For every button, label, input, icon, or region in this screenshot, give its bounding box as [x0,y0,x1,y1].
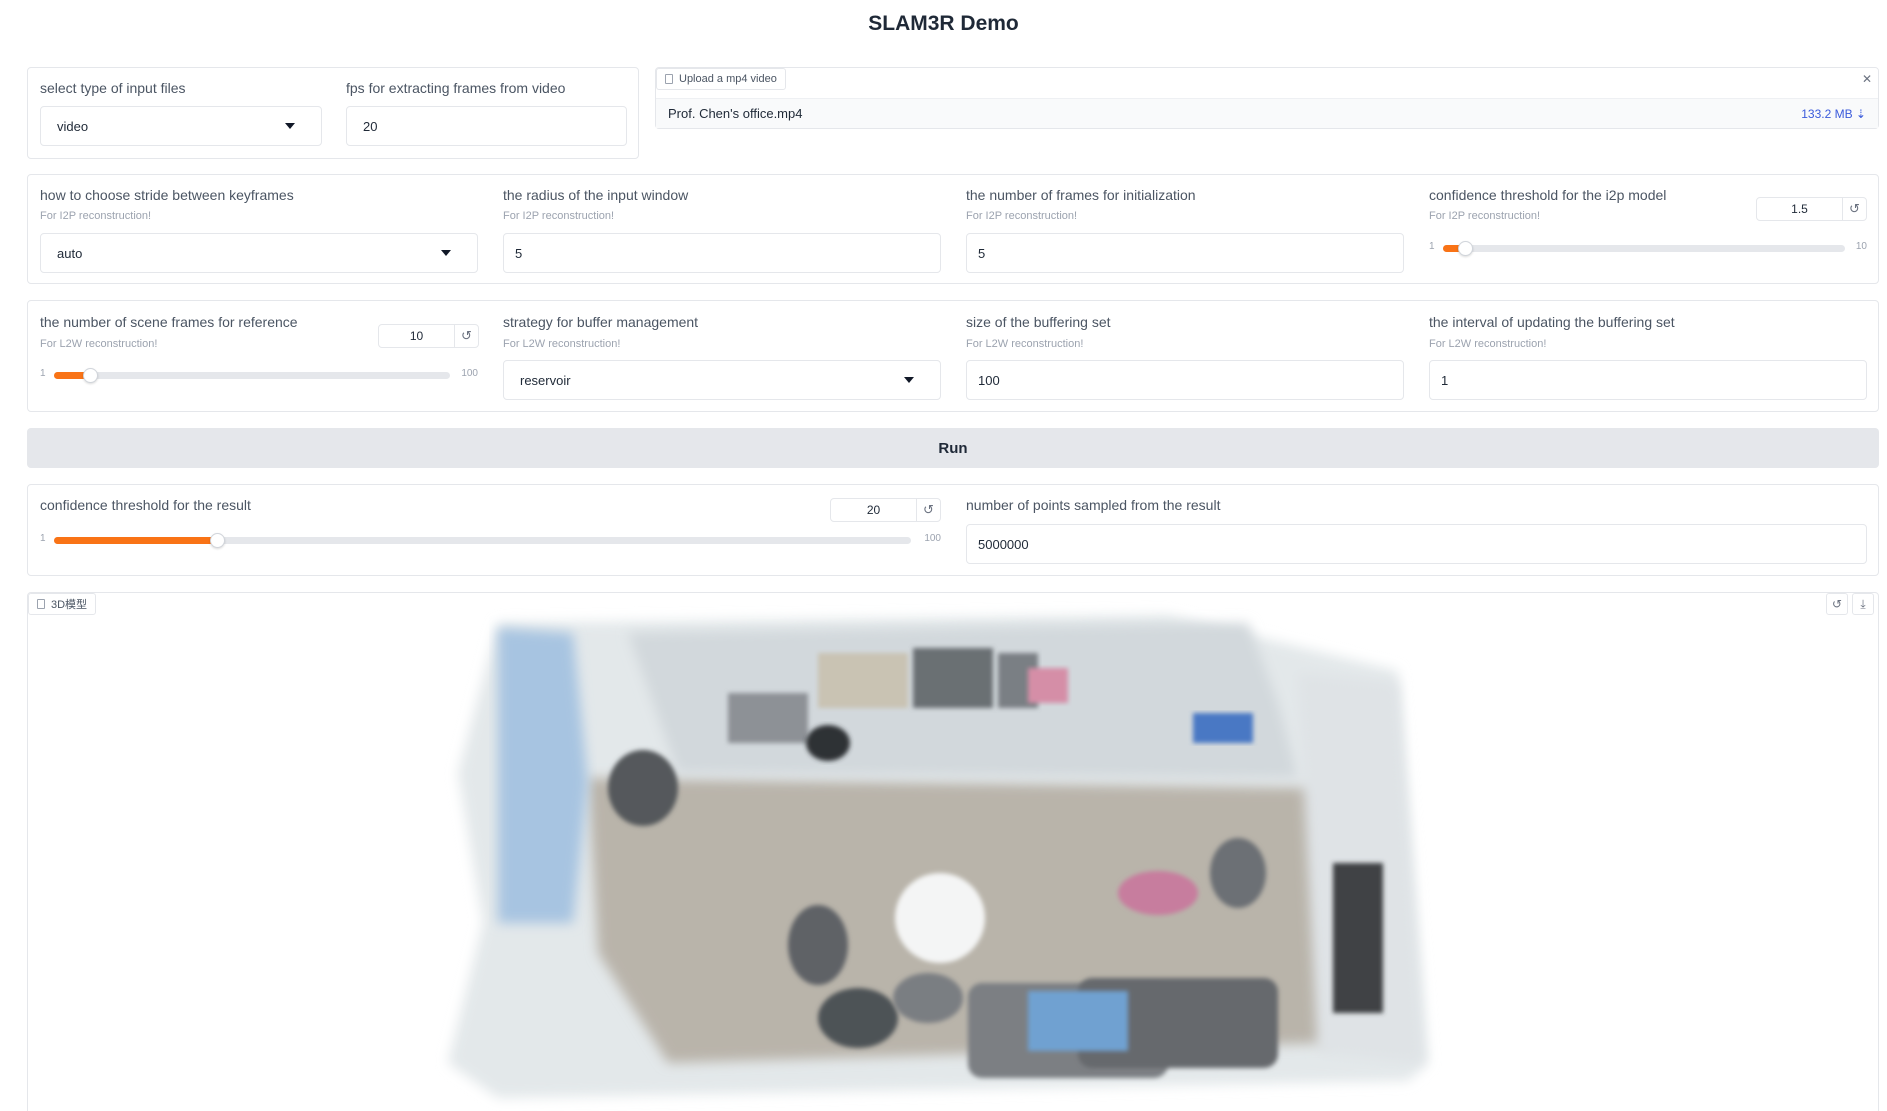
slider-max: 10 [1855,241,1867,252]
init-frames-label: the number of frames for initialization [966,187,1196,203]
ref-frames-label: the number of scene frames for reference [40,314,298,330]
reset-icon[interactable]: ↺ [454,325,478,347]
stride-info: For I2P reconstruction! [40,210,152,222]
slider-track[interactable] [1443,241,1845,256]
run-button[interactable]: Run [27,428,1879,468]
buffer-strategy-label: strategy for buffer management [503,314,699,330]
upload-chip-label: Upload a mp4 video [679,73,777,85]
i2p-conf-number[interactable]: 1.5 ↺ [1756,197,1867,221]
points-label: number of points sampled from the result [966,497,1221,513]
slider-min: 1 [1429,241,1435,252]
slider-min: 1 [40,368,46,379]
i2p-conf-slider[interactable]: 1 10 [1429,241,1867,256]
buffer-interval-input[interactable]: 1 [1429,360,1867,400]
slider-track[interactable] [54,533,911,548]
input-settings-panel: select type of input files video fps for… [27,67,639,159]
result-settings-panel: confidence threshold for the result 20 ↺… [27,484,1879,576]
close-icon[interactable]: ✕ [1856,68,1878,90]
result-conf-value: 20 [866,503,881,517]
slider-handle[interactable] [209,533,225,548]
uploaded-file-row: Prof. Chen's office.mp4 133.2 MB ⇣ [656,98,1878,128]
ref-frames-info: For L2W reconstruction! [40,338,158,350]
ref-frames-slider[interactable]: 1 100 [40,368,478,383]
i2p-conf-value: 1.5 [1791,202,1808,216]
file-size-download-link[interactable]: 133.2 MB ⇣ [1801,107,1866,121]
ref-frames-value: 10 [409,329,424,343]
upload-panel: Upload a mp4 video ✕ Prof. Chen's office… [655,67,1879,129]
point-cloud-render[interactable] [28,593,1879,1111]
slider-min: 1 [40,533,46,544]
reset-icon[interactable]: ↺ [1842,198,1866,220]
buffer-interval-info: For L2W reconstruction! [1429,338,1547,350]
stride-dropdown[interactable]: auto [40,233,478,273]
buffer-size-info: For L2W reconstruction! [966,338,1084,350]
fps-label: fps for extracting frames from video [346,80,566,96]
init-frames-input[interactable]: 5 [966,233,1404,273]
model3d-viewer[interactable]: 3D模型 ↺ ⤓ [27,592,1879,1111]
result-conf-number[interactable]: 20 ↺ [830,498,941,522]
slider-fill [54,537,217,544]
slider-handle[interactable] [1458,241,1474,256]
reset-icon[interactable]: ↺ [916,499,940,521]
i2p-conf-info: For I2P reconstruction! [1429,210,1541,222]
page-title: SLAM3R Demo [868,12,1019,35]
room-point-cloud [448,615,1428,1098]
file-name: Prof. Chen's office.mp4 [668,106,803,121]
file-icon [665,74,673,84]
result-conf-slider[interactable]: 1 100 [40,533,941,548]
init-frames-info: For I2P reconstruction! [966,210,1078,222]
i2p-settings-panel: how to choose stride between keyframes F… [27,174,1879,284]
result-conf-label: confidence threshold for the result [40,497,251,513]
ref-frames-number[interactable]: 10 ↺ [378,324,479,348]
i2p-conf-label: confidence threshold for the i2p model [1429,187,1667,203]
stride-label: how to choose stride between keyframes [40,187,294,203]
l2w-settings-panel: the number of scene frames for reference… [27,300,1879,412]
points-input[interactable]: 5000000 [966,524,1867,564]
buffer-strategy-dropdown[interactable]: reservoir [503,360,941,400]
buffer-size-label: size of the buffering set [966,314,1111,330]
upload-chip: Upload a mp4 video [656,68,786,90]
slider-handle[interactable] [82,368,98,383]
radius-label: the radius of the input window [503,187,689,203]
input-type-dropdown[interactable]: video [40,106,322,146]
input-type-label: select type of input files [40,80,186,96]
buffer-interval-label: the interval of updating the buffering s… [1429,314,1675,330]
buffer-size-input[interactable]: 100 [966,360,1404,400]
slider-max: 100 [924,533,941,544]
buffer-strategy-info: For L2W reconstruction! [503,338,621,350]
slider-max: 100 [461,368,478,379]
radius-info: For I2P reconstruction! [503,210,615,222]
fps-input[interactable]: 20 [346,106,627,146]
slider-track[interactable] [54,368,450,383]
radius-input[interactable]: 5 [503,233,941,273]
